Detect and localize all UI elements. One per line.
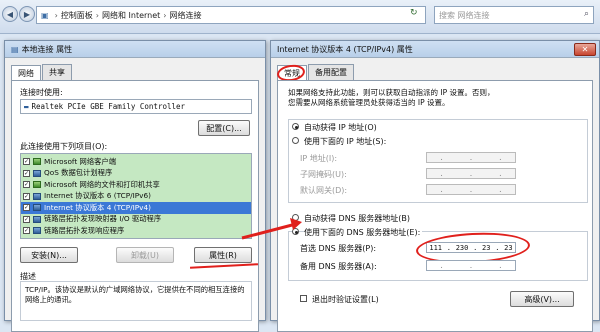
list-item-label: 链路层拓扑发现响应程序 bbox=[44, 225, 125, 235]
subnet-label: 子网掩码(U): bbox=[300, 170, 347, 179]
list-item-label: Internet 协议版本 4 (TCP/IPv4) bbox=[44, 202, 151, 212]
info-text-line-2: 您需要从网络系统管理员处获得适当的 IP 设置。 bbox=[288, 98, 450, 107]
advanced-button[interactable]: 高级(V)... bbox=[510, 291, 574, 307]
back-button[interactable]: ◀ bbox=[2, 6, 18, 22]
checkbox-checked-icon[interactable]: ✓ bbox=[23, 192, 30, 200]
list-item[interactable]: ✓ Microsoft 网络的文件和打印机共享 bbox=[21, 179, 251, 191]
checkbox-checked-icon[interactable]: ✓ bbox=[23, 227, 30, 235]
back-arrow-icon: ◀ bbox=[6, 9, 14, 19]
refresh-icon[interactable]: ↻ bbox=[410, 8, 418, 18]
tab-network[interactable]: 网络 bbox=[11, 65, 41, 81]
folder-icon: ▣ bbox=[41, 10, 49, 20]
tab-panel: 如果网络支持此功能，则可以获取自动指派的 IP 设置。否则， 您需要从网络系统管… bbox=[277, 80, 593, 332]
list-item-selected[interactable]: ✓ Internet 协议版本 4 (TCP/IPv4) bbox=[21, 202, 251, 214]
chevron-right-icon: › bbox=[95, 10, 99, 20]
list-item-label: QoS 数据包计划程序 bbox=[44, 168, 113, 178]
tab-strip: 常规 备用配置 bbox=[271, 58, 599, 81]
dialog-titlebar: ▤ 本地连接 属性 bbox=[5, 41, 265, 58]
list-item[interactable]: ✓ 链路层拓扑发现映射器 I/O 驱动程序 bbox=[21, 214, 251, 226]
qos-icon bbox=[33, 169, 41, 177]
arrow-head-icon bbox=[290, 218, 302, 230]
ip-address-field[interactable]: ... bbox=[426, 152, 516, 163]
checkbox-checked-icon[interactable]: ✓ bbox=[23, 169, 30, 177]
dialog-title: 本地连接 属性 bbox=[21, 44, 73, 54]
search-input[interactable]: 搜索 网络连接 ⌕ bbox=[434, 6, 594, 24]
red-underline bbox=[189, 263, 259, 269]
checkbox-checked-icon[interactable]: ✓ bbox=[23, 204, 30, 212]
alternate-dns-field[interactable]: ... bbox=[426, 260, 516, 271]
search-icon[interactable]: ⌕ bbox=[584, 9, 589, 19]
breadcrumb-item[interactable]: 控制面板 bbox=[61, 10, 93, 21]
chevron-right-icon: › bbox=[163, 10, 167, 20]
connect-using-label: 连接时使用: bbox=[20, 88, 63, 97]
file-share-icon bbox=[33, 181, 41, 189]
preferred-dns-label: 首选 DNS 服务器(P): bbox=[300, 244, 377, 253]
checkbox-checked-icon[interactable]: ✓ bbox=[23, 181, 30, 189]
protocol-icon bbox=[33, 215, 41, 223]
description-box: TCP/IP。该协议是默认的广域网络协议，它提供在不同的相互连接的网络上的通讯。 bbox=[20, 281, 252, 321]
explorer-toolbar: ◀ ▶ ▣ › 控制面板 › 网络和 Internet › 网络连接 ↻ 搜索 … bbox=[0, 0, 600, 34]
local-connection-dialog: ▤ 本地连接 属性 网络 共享 连接时使用: ▬ Realtek PCIe GB… bbox=[4, 40, 266, 332]
alternate-dns-label: 备用 DNS 服务器(A): bbox=[300, 262, 377, 271]
red-arrow-annotation bbox=[241, 218, 302, 240]
forward-button[interactable]: ▶ bbox=[19, 6, 35, 22]
checkbox-checked-icon[interactable]: ✓ bbox=[23, 158, 30, 166]
network-client-icon bbox=[33, 158, 41, 166]
ipv4-properties-dialog: Internet 协议版本 4 (TCP/IPv4) 属性 ✕ 常规 备用配置 … bbox=[270, 40, 600, 332]
tab-strip: 网络 共享 bbox=[5, 58, 265, 81]
address-bar[interactable]: ▣ › 控制面板 › 网络和 Internet › 网络连接 bbox=[36, 6, 426, 24]
adapter-field: ▬ Realtek PCIe GBE Family Controller bbox=[20, 99, 252, 114]
tab-sharing[interactable]: 共享 bbox=[42, 64, 72, 80]
checkbox-checked-icon[interactable]: ✓ bbox=[23, 215, 30, 223]
manual-dns-label: 使用下面的 DNS 服务器地址(E): bbox=[304, 227, 423, 238]
tab-panel: 连接时使用: ▬ Realtek PCIe GBE Family Control… bbox=[11, 80, 259, 332]
adapter-icon: ▬ bbox=[24, 102, 29, 111]
properties-button[interactable]: 属性(R) bbox=[194, 247, 252, 263]
uninstall-button[interactable]: 卸载(U) bbox=[116, 247, 174, 263]
list-item[interactable]: ✓ Microsoft 网络客户端 bbox=[21, 156, 251, 168]
forward-arrow-icon: ▶ bbox=[23, 9, 31, 19]
close-button[interactable]: ✕ bbox=[574, 43, 596, 56]
items-label: 此连接使用下列项目(O): bbox=[20, 142, 108, 151]
gateway-label: 默认网关(D): bbox=[300, 186, 348, 195]
validate-checkbox[interactable] bbox=[300, 295, 307, 302]
list-item[interactable]: ✓ QoS 数据包计划程序 bbox=[21, 168, 251, 180]
list-item-label: Internet 协议版本 6 (TCP/IPv6) bbox=[44, 191, 151, 201]
arrow-shaft bbox=[241, 222, 297, 240]
list-item-label: 链路层拓扑发现映射器 I/O 驱动程序 bbox=[44, 214, 162, 224]
list-item-label: Microsoft 网络的文件和打印机共享 bbox=[44, 179, 160, 189]
validate-label: 退出时验证设置(L) bbox=[312, 295, 379, 304]
auto-ip-label: 自动获得 IP 地址(O) bbox=[304, 123, 377, 132]
auto-ip-radio[interactable] bbox=[292, 123, 299, 130]
list-item[interactable]: ✓ Internet 协议版本 6 (TCP/IPv6) bbox=[21, 191, 251, 203]
network-icon: ▤ bbox=[11, 44, 19, 54]
description-text: TCP/IP。该协议是默认的广域网络协议，它提供在不同的相互连接的网络上的通讯。 bbox=[25, 285, 245, 304]
dialog-title: Internet 协议版本 4 (TCP/IPv4) 属性 bbox=[277, 44, 413, 54]
manual-ip-radio[interactable] bbox=[292, 137, 299, 144]
manual-ip-label: 使用下面的 IP 地址(S): bbox=[304, 137, 387, 146]
breadcrumb-item[interactable]: 网络连接 bbox=[169, 10, 201, 21]
dialog-titlebar: Internet 协议版本 4 (TCP/IPv4) 属性 ✕ bbox=[271, 41, 599, 58]
configure-button[interactable]: 配置(C)... bbox=[198, 120, 250, 136]
gateway-field[interactable]: ... bbox=[426, 184, 516, 195]
breadcrumb-item[interactable]: 网络和 Internet bbox=[102, 10, 160, 21]
install-button[interactable]: 安装(N)... bbox=[20, 247, 78, 263]
ip-address-label: IP 地址(I): bbox=[300, 154, 338, 163]
list-item[interactable]: ✓ 链路层拓扑发现响应程序 bbox=[21, 225, 251, 237]
components-list[interactable]: ✓ Microsoft 网络客户端 ✓ QoS 数据包计划程序 ✓ Microsoft… bbox=[20, 153, 252, 239]
protocol-icon bbox=[33, 227, 41, 235]
subnet-field[interactable]: ... bbox=[426, 168, 516, 179]
adapter-name: Realtek PCIe GBE Family Controller bbox=[31, 102, 186, 111]
list-item-label: Microsoft 网络客户端 bbox=[44, 156, 117, 166]
protocol-icon bbox=[33, 204, 41, 212]
search-placeholder: 搜索 网络连接 bbox=[439, 10, 490, 20]
tab-alternate[interactable]: 备用配置 bbox=[308, 64, 354, 80]
close-icon: ✕ bbox=[581, 45, 589, 54]
chevron-right-icon: › bbox=[54, 10, 58, 20]
protocol-icon bbox=[33, 192, 41, 200]
auto-dns-label: 自动获得 DNS 服务器地址(B) bbox=[304, 214, 411, 223]
